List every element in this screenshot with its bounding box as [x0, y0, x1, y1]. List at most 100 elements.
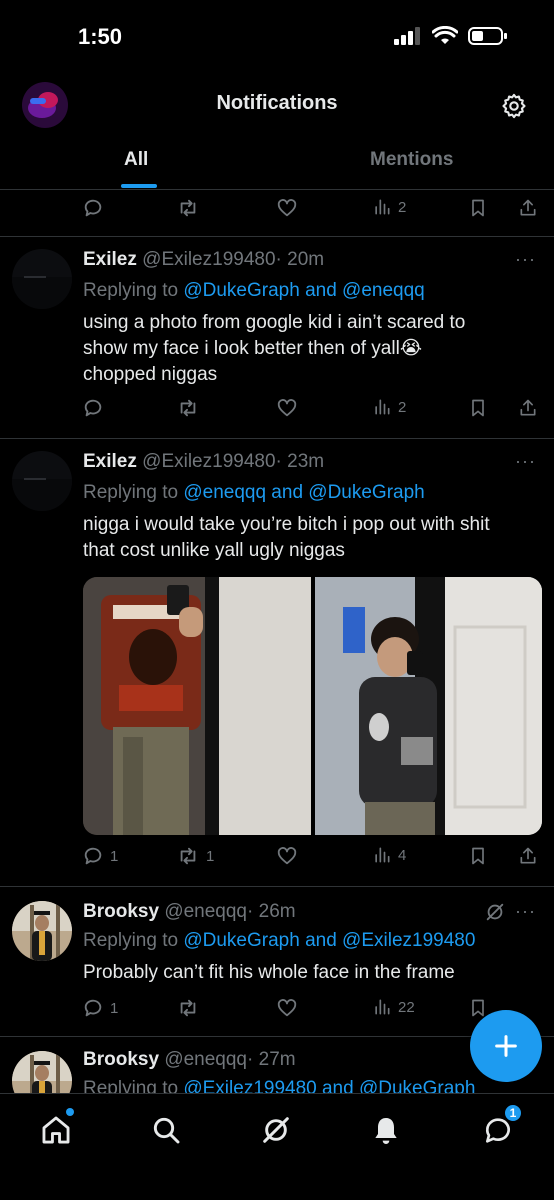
views-button[interactable]: 4 [372, 845, 406, 865]
share-icon [520, 199, 536, 216]
media-photo-1[interactable] [83, 577, 311, 835]
tweet-text: using a photo from google kid i ain’t sc… [83, 312, 466, 385]
battery-icon [468, 27, 507, 45]
tweet-header: Exilez @Exilez199480· 23m [83, 451, 324, 473]
status-icons [394, 26, 508, 46]
messages-badge: 1 [504, 1104, 522, 1122]
tweet-time: · 26m [247, 901, 296, 922]
display-name[interactable]: Brooksy [83, 901, 159, 922]
tweet-text: Probably can’t fit his whole face in the… [83, 962, 455, 983]
share-button[interactable] [518, 845, 538, 867]
views-icon [375, 199, 390, 215]
signal-icon [394, 27, 420, 45]
tweet-time: · 23m [275, 451, 325, 472]
views-icon [375, 847, 390, 863]
replying-to-links[interactable]: @Exilez199480 and @DukeGraph [183, 1078, 475, 1093]
user-handle: @Exilez199480 [142, 451, 276, 472]
reply-button[interactable]: 1 [82, 997, 118, 1019]
tab-mentions[interactable]: Mentions [370, 149, 453, 171]
views-count: 4 [398, 846, 407, 864]
display-name[interactable]: Exilez [83, 451, 137, 472]
repost-icon [180, 199, 196, 217]
tweet[interactable]: Exilez @Exilez199480· 20m ··· Replying t… [0, 237, 554, 439]
share-button[interactable] [518, 397, 538, 419]
bell-icon [375, 1118, 397, 1144]
reply-count: 1 [110, 999, 119, 1017]
views-count: 22 [398, 998, 415, 1016]
replying-to: Replying to @eneqqq and @DukeGraph [83, 482, 425, 503]
views-button[interactable]: 2 [372, 197, 406, 217]
nav-notifications[interactable] [366, 1110, 406, 1150]
reply-button[interactable] [82, 397, 104, 419]
like-button[interactable] [275, 197, 299, 219]
repost-button[interactable] [176, 397, 200, 419]
replying-to-links[interactable]: @DukeGraph and @Exilez199480 [183, 930, 475, 951]
repost-button[interactable]: 1 [176, 845, 214, 867]
user-handle: @eneqqq [164, 901, 248, 922]
tweet-actions: 2 [82, 397, 538, 421]
home-notification-dot [66, 1108, 74, 1116]
heart-icon [277, 199, 297, 217]
nav-search[interactable] [146, 1110, 186, 1150]
repost-count: 1 [206, 847, 215, 865]
replying-to: Replying to @DukeGraph and @eneqqq [83, 280, 425, 301]
more-options-button[interactable]: ··· [515, 249, 536, 270]
nav-grok[interactable] [256, 1110, 296, 1150]
reply-button[interactable] [82, 197, 104, 219]
replying-to-links[interactable]: @eneqqq and @DukeGraph [183, 482, 424, 503]
nav-home[interactable] [36, 1108, 76, 1150]
status-time: 1:50 [78, 24, 123, 49]
repost-button[interactable] [176, 197, 200, 219]
share-button[interactable] [518, 197, 538, 219]
repost-icon [180, 399, 196, 417]
tweet-partial-top: 2 [0, 190, 554, 237]
replying-to-links[interactable]: @DukeGraph and @eneqqq [183, 280, 424, 301]
heart-icon [277, 399, 297, 417]
bookmark-button[interactable] [468, 197, 488, 219]
heart-icon [277, 847, 297, 865]
avatar[interactable] [12, 249, 72, 309]
display-name[interactable]: Brooksy [83, 1049, 159, 1070]
replying-to: Replying to @DukeGraph and @Exilez199480 [83, 930, 476, 951]
display-name[interactable]: Exilez [83, 249, 137, 270]
search-icon [153, 1117, 180, 1144]
like-button[interactable] [275, 845, 299, 867]
wifi-icon [432, 26, 458, 44]
tweet-time: · 20m [275, 249, 325, 270]
reply-button[interactable]: 1 [82, 845, 118, 867]
like-button[interactable] [275, 997, 299, 1019]
tab-all[interactable]: All [124, 149, 148, 171]
avatar[interactable] [12, 1051, 72, 1093]
gear-icon [502, 93, 526, 119]
tweet[interactable]: Brooksy @eneqqq· 26m ··· Replying to @Du… [0, 887, 554, 1037]
views-button[interactable]: 2 [372, 397, 406, 417]
bookmark-button[interactable] [468, 397, 488, 419]
bookmark-icon [472, 847, 484, 865]
tweet-actions: 2 [82, 197, 538, 221]
nav-messages[interactable]: 1 [478, 1104, 522, 1150]
tweet-actions: 1 22 [82, 997, 538, 1021]
reply-icon [84, 999, 102, 1017]
status-bar: 1:50 [0, 0, 554, 72]
compose-button[interactable] [470, 1010, 542, 1082]
media-photo-2[interactable] [314, 577, 542, 835]
more-options-button[interactable]: ··· [515, 451, 536, 472]
settings-button[interactable] [500, 92, 528, 125]
views-icon [375, 999, 390, 1015]
bookmark-button[interactable] [468, 845, 488, 867]
active-tab-indicator [121, 184, 157, 188]
plus-icon [495, 1035, 517, 1057]
views-button[interactable]: 22 [372, 997, 415, 1017]
share-icon [520, 399, 536, 416]
avatar[interactable] [12, 451, 72, 511]
avatar[interactable] [12, 901, 72, 961]
grok-button[interactable] [484, 901, 506, 928]
views-count: 2 [398, 398, 407, 416]
more-options-button[interactable]: ··· [515, 901, 536, 922]
bookmark-icon [472, 399, 484, 417]
page-title: Notifications [216, 92, 338, 114]
user-handle: @Exilez199480 [142, 249, 276, 270]
like-button[interactable] [275, 397, 299, 419]
repost-button[interactable] [176, 997, 200, 1019]
heart-icon [277, 999, 297, 1017]
